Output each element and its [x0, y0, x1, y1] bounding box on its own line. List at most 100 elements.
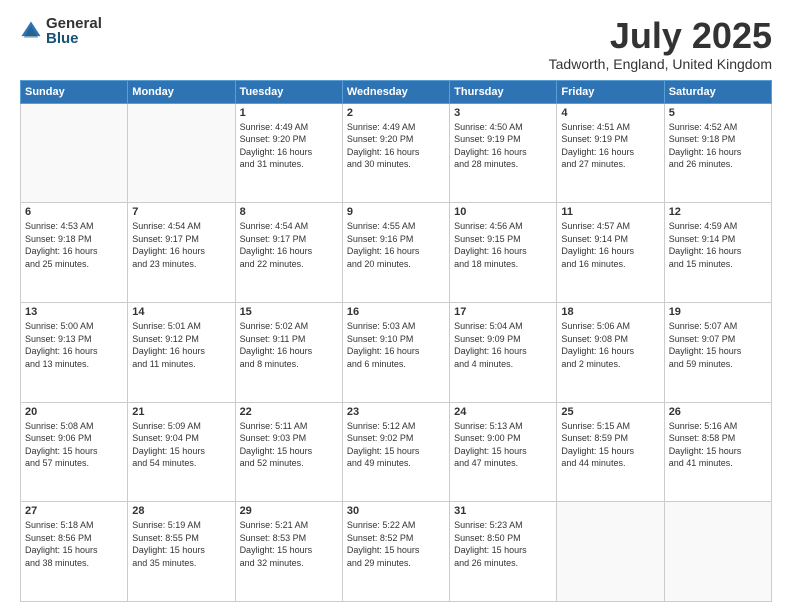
header-sunday: Sunday [21, 80, 128, 103]
day-number: 19 [669, 306, 767, 318]
calendar-cell: 18 Sunrise: 5:06 AM Sunset: 9:08 PM Dayli… [557, 302, 664, 402]
day-number: 30 [347, 505, 445, 517]
day-info: Sunrise: 4:55 AM Sunset: 9:16 PM Dayligh… [347, 220, 445, 270]
day-info: Sunrise: 5:00 AM Sunset: 9:13 PM Dayligh… [25, 320, 123, 370]
title-block: July 2025 Tadworth, England, United King… [549, 16, 772, 72]
day-number: 11 [561, 206, 659, 218]
header-friday: Friday [557, 80, 664, 103]
calendar-cell: 12Sunrise: 4:59 AM Sunset: 9:14 PM Dayli… [664, 203, 771, 303]
calendar-cell: 29Sunrise: 5:21 AM Sunset: 8:53 PM Dayli… [235, 502, 342, 602]
header-thursday: Thursday [450, 80, 557, 103]
header-tuesday: Tuesday [235, 80, 342, 103]
day-info: Sunrise: 4:56 AM Sunset: 9:15 PM Dayligh… [454, 220, 552, 270]
day-number: 7 [132, 206, 230, 218]
day-info: Sunrise: 4:54 AM Sunset: 9:17 PM Dayligh… [240, 220, 338, 270]
calendar-cell: 6Sunrise: 4:53 AM Sunset: 9:18 PM Daylig… [21, 203, 128, 303]
calendar-cell: 5Sunrise: 4:52 AM Sunset: 9:18 PM Daylig… [664, 103, 771, 203]
day-info: Sunrise: 5:12 AM Sunset: 9:02 PM Dayligh… [347, 420, 445, 470]
day-number: 10 [454, 206, 552, 218]
calendar-cell: 31Sunrise: 5:23 AM Sunset: 8:50 PM Dayli… [450, 502, 557, 602]
day-number: 2 [347, 107, 445, 119]
day-info: Sunrise: 4:51 AM Sunset: 9:19 PM Dayligh… [561, 121, 659, 171]
calendar-cell: 26Sunrise: 5:16 AM Sunset: 8:58 PM Dayli… [664, 402, 771, 502]
day-info: Sunrise: 5:13 AM Sunset: 9:00 PM Dayligh… [454, 420, 552, 470]
day-number: 26 [669, 406, 767, 418]
calendar-cell: 16 Sunrise: 5:03 AM Sunset: 9:10 PM Dayli… [342, 302, 449, 402]
day-info: Sunrise: 5:06 AM Sunset: 9:08 PM Dayligh… [561, 320, 659, 370]
day-number: 15 [240, 306, 338, 318]
calendar-cell [557, 502, 664, 602]
day-number: 8 [240, 206, 338, 218]
calendar-cell [664, 502, 771, 602]
header-saturday: Saturday [664, 80, 771, 103]
day-info: Sunrise: 5:18 AM Sunset: 8:56 PM Dayligh… [25, 519, 123, 569]
calendar-week-5: 27Sunrise: 5:18 AM Sunset: 8:56 PM Dayli… [21, 502, 772, 602]
day-info: Sunrise: 5:02 AM Sunset: 9:11 PM Dayligh… [240, 320, 338, 370]
calendar-week-3: 13 Sunrise: 5:00 AM Sunset: 9:13 PM Dayli… [21, 302, 772, 402]
day-number: 13 [25, 306, 123, 318]
title-location: Tadworth, England, United Kingdom [549, 56, 772, 72]
calendar-week-1: 1Sunrise: 4:49 AM Sunset: 9:20 PM Daylig… [21, 103, 772, 203]
day-info: Sunrise: 4:59 AM Sunset: 9:14 PM Dayligh… [669, 220, 767, 270]
calendar-cell: 3 Sunrise: 4:50 AM Sunset: 9:19 PM Daylig… [450, 103, 557, 203]
day-number: 23 [347, 406, 445, 418]
day-number: 21 [132, 406, 230, 418]
day-number: 16 [347, 306, 445, 318]
calendar-week-4: 20Sunrise: 5:08 AM Sunset: 9:06 PM Dayli… [21, 402, 772, 502]
day-info: Sunrise: 5:21 AM Sunset: 8:53 PM Dayligh… [240, 519, 338, 569]
calendar-cell: 19 Sunrise: 5:07 AM Sunset: 9:07 PM Dayli… [664, 302, 771, 402]
day-info: Sunrise: 4:54 AM Sunset: 9:17 PM Dayligh… [132, 220, 230, 270]
day-info: Sunrise: 5:19 AM Sunset: 8:55 PM Dayligh… [132, 519, 230, 569]
calendar-cell: 23 Sunrise: 5:12 AM Sunset: 9:02 PM Dayli… [342, 402, 449, 502]
day-number: 3 [454, 107, 552, 119]
day-number: 22 [240, 406, 338, 418]
day-number: 28 [132, 505, 230, 517]
day-info: Sunrise: 4:52 AM Sunset: 9:18 PM Dayligh… [669, 121, 767, 171]
day-info: Sunrise: 4:49 AM Sunset: 9:20 PM Dayligh… [347, 121, 445, 171]
calendar-week-2: 6Sunrise: 4:53 AM Sunset: 9:18 PM Daylig… [21, 203, 772, 303]
calendar-header-row: Sunday Monday Tuesday Wednesday Thursday… [21, 80, 772, 103]
calendar-cell: 20Sunrise: 5:08 AM Sunset: 9:06 PM Dayli… [21, 402, 128, 502]
calendar-cell: 7 Sunrise: 4:54 AM Sunset: 9:17 PM Daylig… [128, 203, 235, 303]
header-monday: Monday [128, 80, 235, 103]
calendar-cell: 24 Sunrise: 5:13 AM Sunset: 9:00 PM Dayli… [450, 402, 557, 502]
logo-text: General Blue [46, 16, 102, 46]
title-month: July 2025 [549, 16, 772, 56]
calendar-cell: 8 Sunrise: 4:54 AM Sunset: 9:17 PM Daylig… [235, 203, 342, 303]
calendar-cell: 1Sunrise: 4:49 AM Sunset: 9:20 PM Daylig… [235, 103, 342, 203]
day-info: Sunrise: 5:01 AM Sunset: 9:12 PM Dayligh… [132, 320, 230, 370]
day-number: 25 [561, 406, 659, 418]
day-number: 20 [25, 406, 123, 418]
day-number: 18 [561, 306, 659, 318]
day-number: 9 [347, 206, 445, 218]
day-info: Sunrise: 5:03 AM Sunset: 9:10 PM Dayligh… [347, 320, 445, 370]
header-wednesday: Wednesday [342, 80, 449, 103]
day-info: Sunrise: 5:15 AM Sunset: 8:59 PM Dayligh… [561, 420, 659, 470]
calendar-cell: 30Sunrise: 5:22 AM Sunset: 8:52 PM Dayli… [342, 502, 449, 602]
day-info: Sunrise: 4:53 AM Sunset: 9:18 PM Dayligh… [25, 220, 123, 270]
day-number: 24 [454, 406, 552, 418]
calendar-cell: 17Sunrise: 5:04 AM Sunset: 9:09 PM Dayli… [450, 302, 557, 402]
page: General Blue July 2025 Tadworth, England… [0, 0, 792, 612]
day-info: Sunrise: 5:04 AM Sunset: 9:09 PM Dayligh… [454, 320, 552, 370]
day-number: 4 [561, 107, 659, 119]
calendar-cell: 2 Sunrise: 4:49 AM Sunset: 9:20 PM Daylig… [342, 103, 449, 203]
calendar-cell: 22Sunrise: 5:11 AM Sunset: 9:03 PM Dayli… [235, 402, 342, 502]
logo-general-text: General [46, 16, 102, 31]
day-info: Sunrise: 5:07 AM Sunset: 9:07 PM Dayligh… [669, 320, 767, 370]
day-info: Sunrise: 5:09 AM Sunset: 9:04 PM Dayligh… [132, 420, 230, 470]
calendar-cell [21, 103, 128, 203]
calendar-cell: 14Sunrise: 5:01 AM Sunset: 9:12 PM Dayli… [128, 302, 235, 402]
calendar-cell: 15 Sunrise: 5:02 AM Sunset: 9:11 PM Dayli… [235, 302, 342, 402]
calendar-cell: 4 Sunrise: 4:51 AM Sunset: 9:19 PM Daylig… [557, 103, 664, 203]
calendar-table: Sunday Monday Tuesday Wednesday Thursday… [20, 80, 772, 602]
calendar-cell: 13 Sunrise: 5:00 AM Sunset: 9:13 PM Dayli… [21, 302, 128, 402]
logo-icon [20, 20, 42, 42]
calendar-cell: 25 Sunrise: 5:15 AM Sunset: 8:59 PM Dayli… [557, 402, 664, 502]
logo-blue-text: Blue [46, 31, 102, 46]
calendar-cell: 28 Sunrise: 5:19 AM Sunset: 8:55 PM Dayli… [128, 502, 235, 602]
calendar-cell: 21 Sunrise: 5:09 AM Sunset: 9:04 PM Dayli… [128, 402, 235, 502]
day-info: Sunrise: 4:50 AM Sunset: 9:19 PM Dayligh… [454, 121, 552, 171]
calendar-cell: 27Sunrise: 5:18 AM Sunset: 8:56 PM Dayli… [21, 502, 128, 602]
day-info: Sunrise: 5:23 AM Sunset: 8:50 PM Dayligh… [454, 519, 552, 569]
